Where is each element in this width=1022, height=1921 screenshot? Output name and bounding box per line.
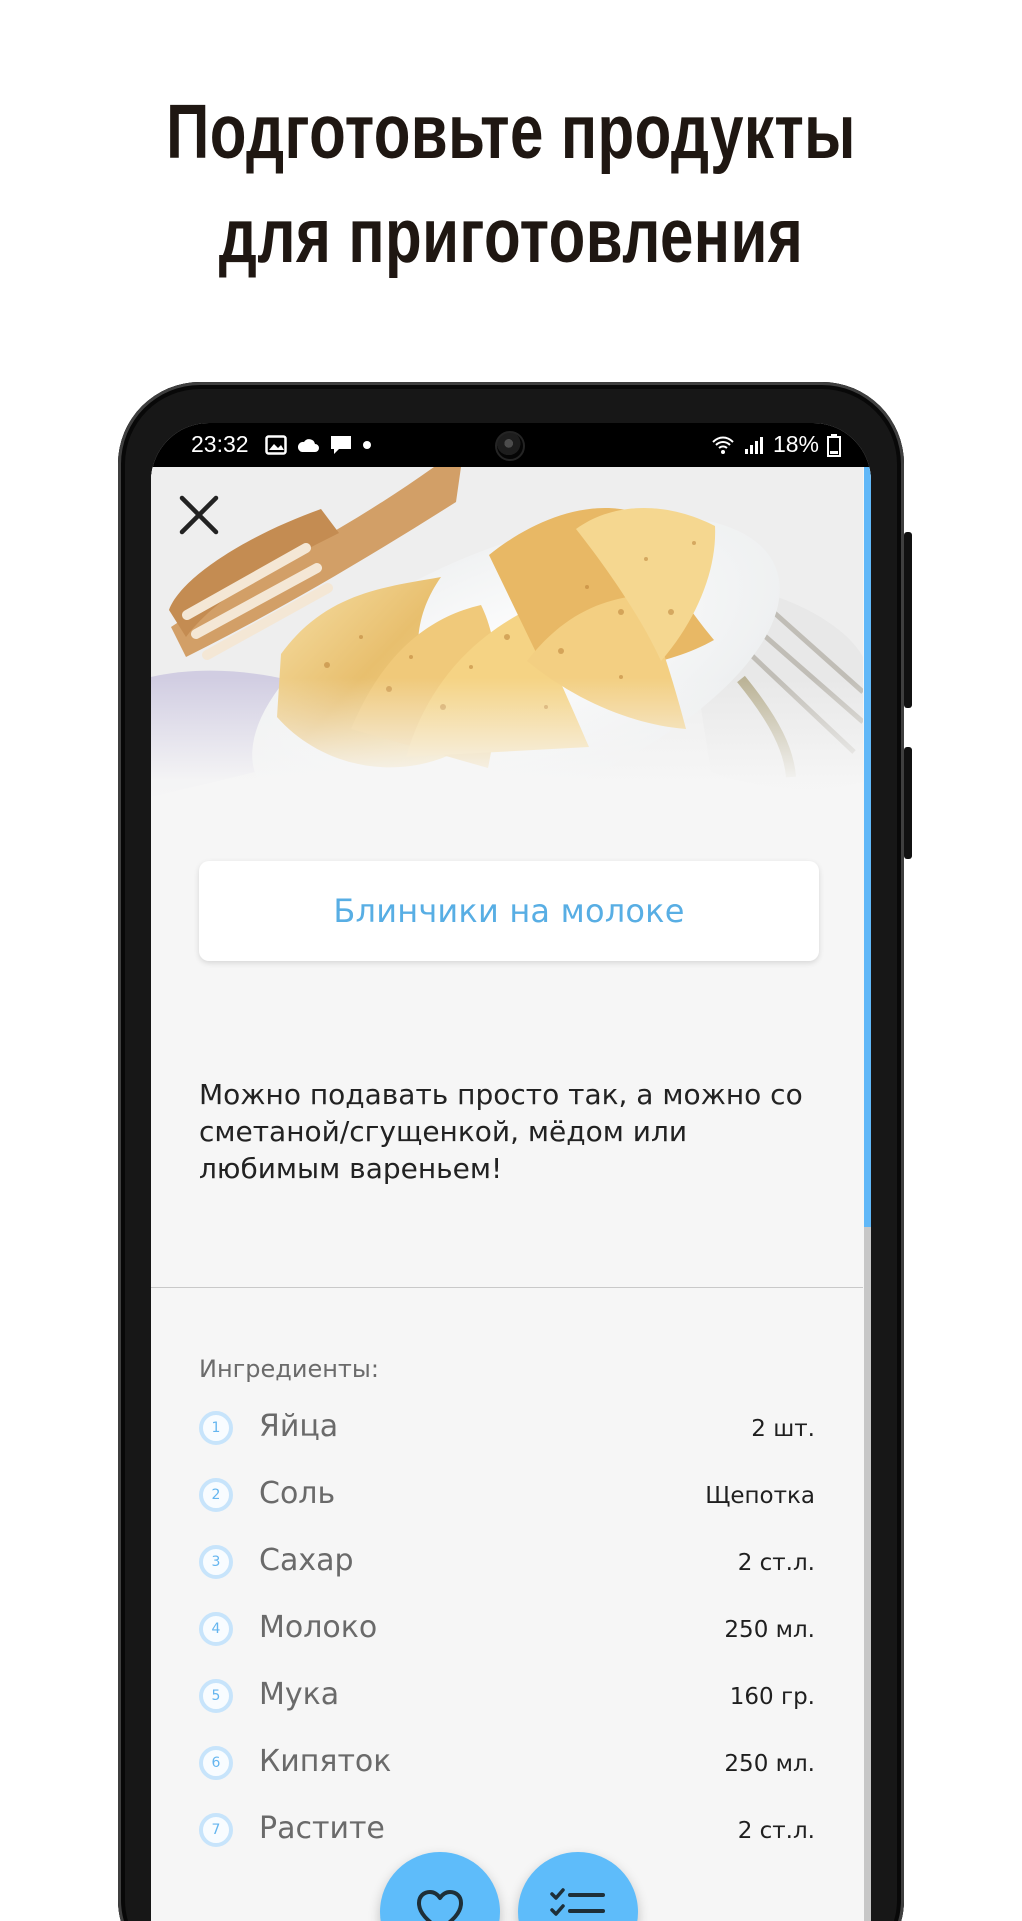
status-time: 23:32 — [191, 431, 249, 457]
promo-headline-line-2: для приготовления — [218, 193, 804, 279]
ingredient-row: 7 Растите 2 ст.л. — [199, 1809, 815, 1876]
recipe-title: Блинчики на молоке — [333, 892, 685, 930]
recipe-screen: Блинчики на молоке Можно подавать просто… — [151, 467, 871, 1921]
cloud-icon — [297, 439, 319, 452]
ingredient-quantity: 2 шт. — [751, 1416, 815, 1442]
ingredients-title: Ингредиенты: — [199, 1355, 379, 1383]
ingredient-row: 4 Молоко 250 мл. — [199, 1608, 815, 1675]
recipe-photo-fade — [151, 467, 863, 807]
ingredient-number-badge: 4 — [199, 1612, 233, 1646]
ingredient-row: 1 Яйца 2 шт. — [199, 1407, 815, 1474]
front-camera — [495, 431, 525, 461]
phone-frame: 23:32 18% Блинчики на молоке Можно подав… — [118, 382, 912, 1921]
ingredient-quantity: 160 гр. — [729, 1684, 815, 1710]
ingredient-name: Сахар — [259, 1543, 354, 1578]
ingredient-number-badge: 5 — [199, 1679, 233, 1713]
ingredient-quantity: 250 мл. — [724, 1751, 815, 1777]
ingredient-number-badge: 7 — [199, 1813, 233, 1847]
wifi-icon — [712, 436, 734, 454]
checklist-icon — [550, 1888, 605, 1916]
battery-icon — [827, 433, 841, 457]
ingredient-number-badge: 2 — [199, 1478, 233, 1512]
phone-side-button-top — [904, 532, 912, 708]
notification-dot-icon — [363, 441, 371, 449]
ingredient-row: 2 Соль Щепотка — [199, 1474, 815, 1541]
ingredient-name: Яйца — [259, 1409, 339, 1444]
ingredient-quantity: 250 мл. — [724, 1617, 815, 1643]
scroll-indicator[interactable] — [864, 467, 871, 1227]
recipe-description: Можно подавать просто так, а можно со см… — [199, 1078, 803, 1185]
recipe-title-card: Блинчики на молоке — [199, 861, 819, 961]
close-icon — [179, 495, 219, 535]
ingredients-list: 1 Яйца 2 шт. 2 Соль Щепотка 3 Сахар 2 ст… — [199, 1407, 815, 1876]
promo-headline-line-1: Подготовьте продукты — [166, 89, 856, 175]
ingredient-quantity: Щепотка — [705, 1483, 815, 1509]
section-divider — [151, 1287, 863, 1288]
ingredient-name: Соль — [259, 1476, 336, 1511]
message-icon — [331, 436, 351, 454]
recipe-photo — [151, 467, 863, 807]
ingredient-name: Растите — [259, 1811, 385, 1846]
ingredient-row: 3 Сахар 2 ст.л. — [199, 1541, 815, 1608]
ingredient-number-badge: 6 — [199, 1746, 233, 1780]
ingredient-quantity: 2 ст.л. — [737, 1818, 815, 1844]
ingredient-row: 5 Мука 160 гр. — [199, 1675, 815, 1742]
ingredient-quantity: 2 ст.л. — [737, 1550, 815, 1576]
heart-icon — [417, 1890, 463, 1921]
scroll-track — [864, 1227, 871, 1921]
ingredient-number-badge: 3 — [199, 1545, 233, 1579]
ingredient-name: Мука — [259, 1677, 340, 1712]
ingredient-name: Кипяток — [259, 1744, 392, 1779]
ingredient-number-badge: 1 — [199, 1411, 233, 1445]
image-icon — [265, 435, 287, 455]
status-system-icons: 18% — [711, 431, 841, 458]
status-bar: 23:32 18% — [151, 423, 871, 467]
phone-side-button-bottom — [904, 747, 912, 859]
signal-icon — [744, 436, 763, 454]
ingredient-name: Молоко — [259, 1610, 378, 1645]
promo-headline: Подготовьте продукты для приготовления — [112, 80, 909, 288]
status-notification-icons — [265, 434, 372, 456]
app-promo-screenshot: Подготовьте продукты для приготовления 2… — [0, 0, 1022, 1921]
close-button[interactable] — [175, 491, 223, 539]
phone-screen: 23:32 18% Блинчики на молоке Можно подав… — [151, 423, 871, 1921]
ingredient-row: 6 Кипяток 250 мл. — [199, 1742, 815, 1809]
battery-percentage: 18% — [772, 431, 819, 457]
